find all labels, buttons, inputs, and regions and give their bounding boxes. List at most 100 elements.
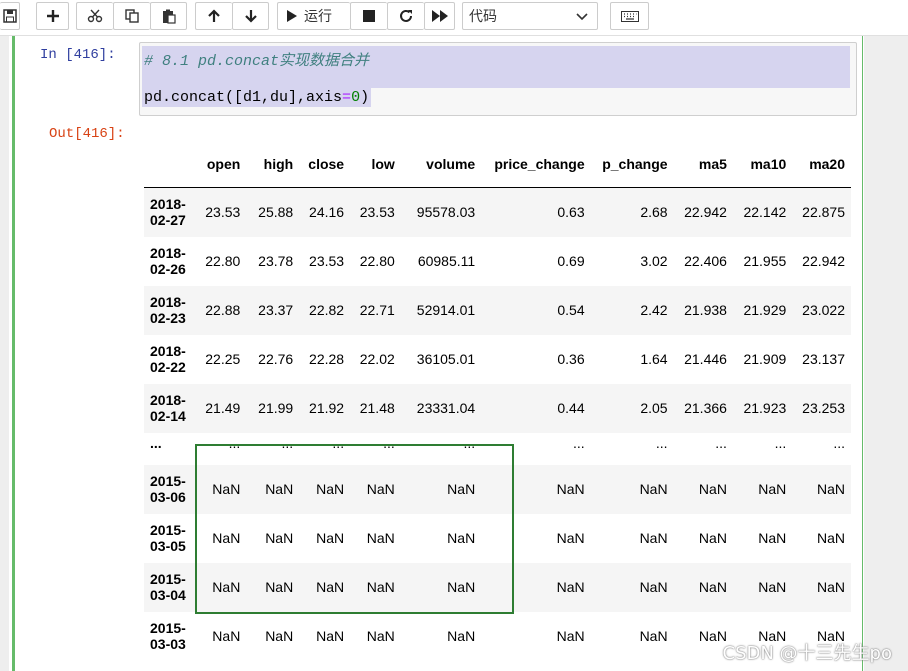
table-cell: 23.53 — [309, 253, 345, 269]
table-cell: NaN — [698, 481, 727, 497]
cut-button[interactable] — [76, 2, 113, 30]
row-index: 2018- 02-22 — [144, 335, 197, 384]
command-palette-button[interactable] — [610, 2, 649, 30]
table-cell: 2.05 — [640, 400, 668, 416]
table-cell: NaN — [447, 579, 476, 595]
row-index-date: 03-06 — [150, 489, 186, 505]
table-cell: 22.71 — [359, 302, 395, 318]
table-cell: 0.69 — [557, 253, 585, 269]
code-input-area[interactable]: # 8.1 pd.concat实现数据合并 pd.concat([d1,du],… — [139, 42, 857, 116]
move-down-button[interactable] — [232, 2, 269, 30]
row-index: 2018- 02-27 — [144, 188, 197, 237]
table-cell: NaN — [212, 628, 241, 644]
row-index-year: ... — [150, 434, 162, 451]
table-cell: NaN — [639, 628, 668, 644]
dataframe-output: open high close low volume price_change p_chan… — [144, 140, 851, 671]
index-header — [144, 140, 198, 188]
table-cell: NaN — [316, 579, 345, 595]
column-header: low — [350, 140, 401, 188]
table-cell: ... — [572, 434, 585, 451]
table-cell: 23.53 — [205, 204, 241, 221]
table-cell: ... — [228, 434, 241, 451]
move-up-button[interactable] — [195, 2, 232, 30]
table-cell: ... — [655, 434, 668, 451]
table-cell: NaN — [556, 481, 585, 497]
code-statement-line[interactable]: pd.concat([d1,du],axis=0) — [142, 88, 372, 107]
column-header: open — [197, 140, 247, 188]
table-cell: 0.36 — [557, 351, 585, 367]
restart-button[interactable] — [387, 2, 424, 30]
table-cell: 22.942 — [684, 204, 727, 221]
table-cell: 22.88 — [205, 302, 241, 318]
table-cell: 95578.03 — [416, 204, 476, 221]
run-button[interactable]: 运行 — [277, 2, 350, 30]
table-cell: 25.88 — [258, 204, 294, 221]
table-cell: 23.022 — [802, 302, 845, 318]
table-cell: NaN — [556, 530, 585, 546]
table-cell: 22.25 — [205, 351, 241, 367]
table-cell: NaN — [447, 481, 476, 497]
table-cell: 22.80 — [205, 253, 241, 269]
table-cell: NaN — [639, 481, 668, 497]
table-cell: 24.16 — [309, 204, 345, 221]
cell-border-right — [862, 36, 863, 671]
table-cell: NaN — [758, 481, 787, 497]
table-cell: 23.53 — [359, 204, 395, 221]
table-row: 2015- 03-05 NaN NaN NaN NaN NaN NaN NaN NaN NaN NaN — [144, 513, 851, 563]
table-row: 2018- 02-26 22.80 23.78 23.53 22.80 60985.11 0.… — [144, 236, 851, 286]
row-index: ... — [144, 433, 197, 465]
code-comment-line[interactable]: # 8.1 pd.concat实现数据合并 — [142, 46, 850, 88]
row-index: 2015- 03-03 — [144, 612, 197, 661]
row-index-date: 02-22 — [150, 359, 186, 375]
restart-icon — [400, 9, 412, 22]
table-row: 2018- 02-27 23.53 25.88 24.16 23.53 95578.03 0.… — [144, 187, 851, 237]
copy-button[interactable] — [113, 2, 150, 30]
table-cell: NaN — [556, 628, 585, 644]
notebook-toolbar: 运行 代码 — [0, 0, 908, 36]
add-cell-button[interactable] — [36, 2, 69, 30]
save-button[interactable] — [0, 2, 20, 30]
table-cell: 23.137 — [802, 351, 845, 367]
row-index-year: 2018- — [150, 294, 186, 310]
table-cell: NaN — [366, 530, 395, 546]
row-index: 2018- 02-23 — [144, 286, 197, 335]
move-down-icon — [244, 10, 257, 23]
stop-icon — [363, 10, 375, 22]
table-cell: 21.929 — [743, 302, 787, 318]
table-cell: ... — [774, 434, 787, 451]
table-cell: NaN — [265, 481, 294, 497]
table-cell: 22.142 — [743, 204, 787, 221]
stop-button[interactable] — [350, 2, 387, 30]
row-index-year: 2018- — [150, 196, 186, 213]
table-cell: NaN — [639, 579, 668, 595]
cell-type-select[interactable]: 代码 — [462, 2, 598, 30]
run-all-button[interactable] — [424, 2, 455, 30]
table-cell: ... — [383, 434, 395, 451]
paste-button[interactable] — [150, 2, 187, 30]
row-index-year: 2018- — [150, 343, 186, 359]
copy-icon — [125, 9, 139, 23]
row-index-year: 2015- — [150, 571, 186, 587]
column-header: close — [299, 140, 351, 188]
table-cell: 2.68 — [640, 204, 668, 221]
table-cell: 22.28 — [309, 351, 345, 367]
table-cell: 52914.01 — [416, 302, 476, 318]
run-icon — [287, 10, 297, 22]
column-header: price_change — [481, 140, 591, 188]
table-cell: 23.78 — [258, 253, 294, 269]
table-cell: NaN — [265, 579, 294, 595]
table-cell: NaN — [212, 579, 241, 595]
table-cell: NaN — [316, 530, 345, 546]
column-header: ma10 — [732, 140, 793, 188]
table-cell: NaN — [758, 579, 787, 595]
row-index-year: 2015- — [150, 620, 186, 636]
table-cell: ... — [715, 434, 727, 451]
table-cell: 60985.11 — [417, 253, 476, 269]
table-cell: 21.955 — [743, 253, 787, 269]
row-index-year: 2015- — [150, 522, 186, 538]
save-icon — [2, 9, 17, 23]
table-cell: 1.64 — [640, 351, 668, 367]
table-cell: NaN — [698, 579, 727, 595]
row-index-date: 02-27 — [150, 212, 186, 229]
table-cell: NaN — [212, 481, 241, 497]
